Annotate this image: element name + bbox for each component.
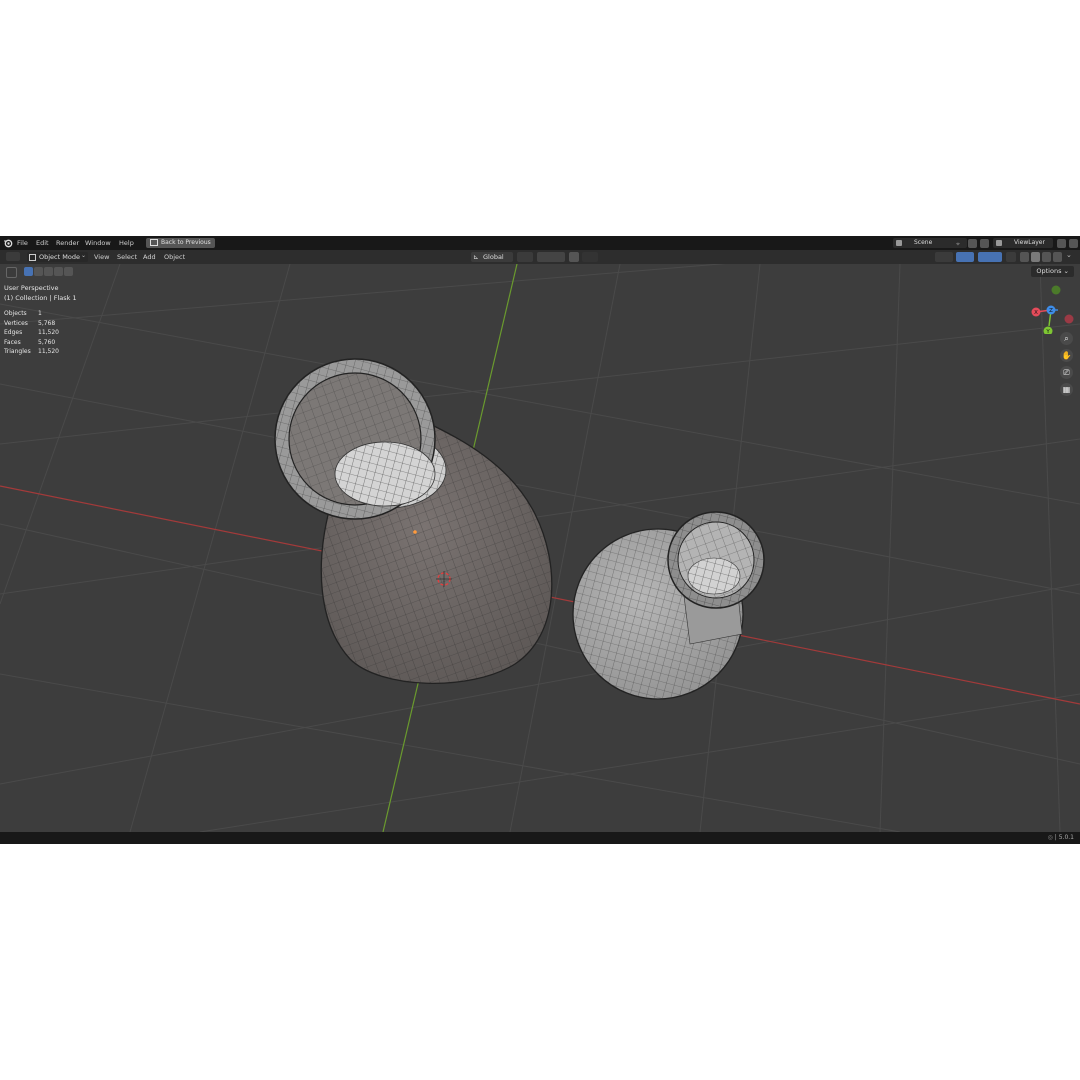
solid-shading-button[interactable] — [1031, 252, 1040, 262]
menu-file[interactable]: File — [17, 239, 28, 247]
viewport-header: Object Mode ⌄ View Select Add Object ⊾ G… — [0, 250, 1080, 264]
gizmo-neg-x[interactable] — [1064, 314, 1074, 324]
options-label: Options — [1036, 267, 1062, 275]
scene-icon — [896, 240, 902, 246]
origin-dot — [413, 530, 417, 534]
menu-edit[interactable]: Edit — [36, 239, 49, 247]
new-scene-icon[interactable] — [968, 239, 977, 248]
globe-icon: ◎ — [1047, 834, 1053, 841]
status-bar: ◎ | 5.0.1 — [0, 832, 1080, 844]
menu-select[interactable]: Select — [117, 253, 137, 261]
options-button[interactable]: Options ⌄ — [1031, 266, 1074, 277]
navigation-gizmo[interactable]: X Z Y — [1027, 284, 1077, 334]
svg-text:X: X — [1034, 310, 1038, 316]
new-view-layer-icon[interactable] — [1057, 239, 1066, 248]
editor-type-icon[interactable] — [6, 252, 20, 261]
viewport-canvas[interactable] — [0, 264, 1080, 832]
xray-toggle[interactable] — [1006, 252, 1016, 262]
select-subtract-icon[interactable] — [44, 267, 53, 276]
perspective-label: User Perspective — [4, 284, 59, 292]
view-layer-name: ViewLayer — [1014, 239, 1045, 246]
view-layer-selector[interactable]: ViewLayer — [993, 238, 1053, 248]
menu-window[interactable]: Window — [85, 239, 111, 247]
visibility-dropdown[interactable] — [935, 252, 953, 262]
collection-label: (1) Collection | Flask 1 — [4, 294, 77, 302]
stat-row: Faces 5,760 — [4, 338, 56, 346]
svg-text:Y: Y — [1045, 329, 1050, 334]
proportional-editing-toggle[interactable] — [569, 252, 579, 262]
flask-2-object[interactable] — [572, 511, 765, 700]
pin-icon[interactable]: ⌖ — [956, 239, 960, 249]
pivot-point-dropdown[interactable] — [517, 252, 533, 262]
object-mode-icon — [29, 254, 36, 261]
delete-scene-icon[interactable] — [980, 239, 989, 248]
stat-row: Triangles 11,520 — [4, 348, 59, 356]
select-new-icon[interactable] — [24, 267, 33, 276]
menu-add[interactable]: Add — [143, 253, 156, 261]
select-invert-icon[interactable] — [54, 267, 63, 276]
orientation-icon: ⊾ — [473, 253, 479, 261]
select-extend-icon[interactable] — [34, 267, 43, 276]
zoom-icon[interactable]: ⌕ — [1060, 332, 1073, 345]
version-label: ◎ | 5.0.1 — [1047, 834, 1074, 841]
select-intersect-icon[interactable] — [64, 267, 73, 276]
mode-selector[interactable]: Object Mode ⌄ — [27, 252, 88, 262]
scene-statistics: Objects 1 Vertices 5,768 Edges 11,520 Faces… — [4, 309, 59, 357]
snap-toggle[interactable] — [537, 252, 565, 262]
view-layer-icon — [996, 240, 1002, 246]
3d-viewport[interactable]: User Perspective (1) Collection | Flask … — [0, 264, 1080, 832]
tool-select-icon[interactable] — [6, 267, 17, 278]
material-shading-button[interactable] — [1042, 252, 1051, 262]
menu-render[interactable]: Render — [56, 239, 79, 247]
top-menu-bar: File Edit Render Window Help Back to Pre… — [0, 236, 1080, 250]
menu-object[interactable]: Object — [164, 253, 185, 261]
transform-orientation-dropdown[interactable]: ⊾ Global — [471, 252, 513, 262]
scene-name: Scene — [914, 239, 933, 246]
back-to-previous-button[interactable]: Back to Previous — [146, 238, 215, 248]
scene-selector[interactable]: Scene ⌖ — [893, 238, 967, 248]
gizmo-toggle[interactable] — [956, 252, 974, 262]
menu-view[interactable]: View — [94, 253, 109, 261]
camera-view-icon[interactable]: ⎚ — [1060, 366, 1073, 379]
flask-1-object[interactable] — [274, 358, 553, 684]
delete-view-layer-icon[interactable] — [1069, 239, 1078, 248]
rendered-shading-button[interactable] — [1053, 252, 1062, 262]
svg-text:Z: Z — [1049, 308, 1053, 314]
perspective-toggle-icon[interactable]: ▦ — [1060, 383, 1073, 396]
stat-row: Edges 11,520 — [4, 329, 59, 337]
pan-hand-icon[interactable]: ✋ — [1060, 349, 1073, 362]
blender-logo-icon[interactable] — [3, 238, 13, 248]
proportional-falloff-dropdown[interactable] — [582, 252, 598, 262]
menu-help[interactable]: Help — [119, 239, 134, 247]
blender-window: File Edit Render Window Help Back to Pre… — [0, 236, 1080, 844]
wireframe-shading-button[interactable] — [1020, 252, 1029, 262]
mode-label: Object Mode — [39, 253, 80, 261]
shading-chevron-icon[interactable]: ⌄ — [1066, 251, 1072, 259]
chevron-down-icon: ⌄ — [80, 252, 86, 259]
viewport-info: User Perspective (1) Collection | Flask … — [4, 283, 77, 303]
overlays-toggle[interactable] — [978, 252, 1002, 262]
orientation-label: Global — [483, 253, 504, 261]
gizmo-neg-y[interactable] — [1051, 285, 1061, 295]
back-to-previous-label: Back to Previous — [161, 239, 211, 246]
back-icon — [150, 239, 158, 246]
stat-row: Objects 1 — [4, 310, 42, 317]
stat-row: Vertices 5,768 — [4, 319, 56, 327]
